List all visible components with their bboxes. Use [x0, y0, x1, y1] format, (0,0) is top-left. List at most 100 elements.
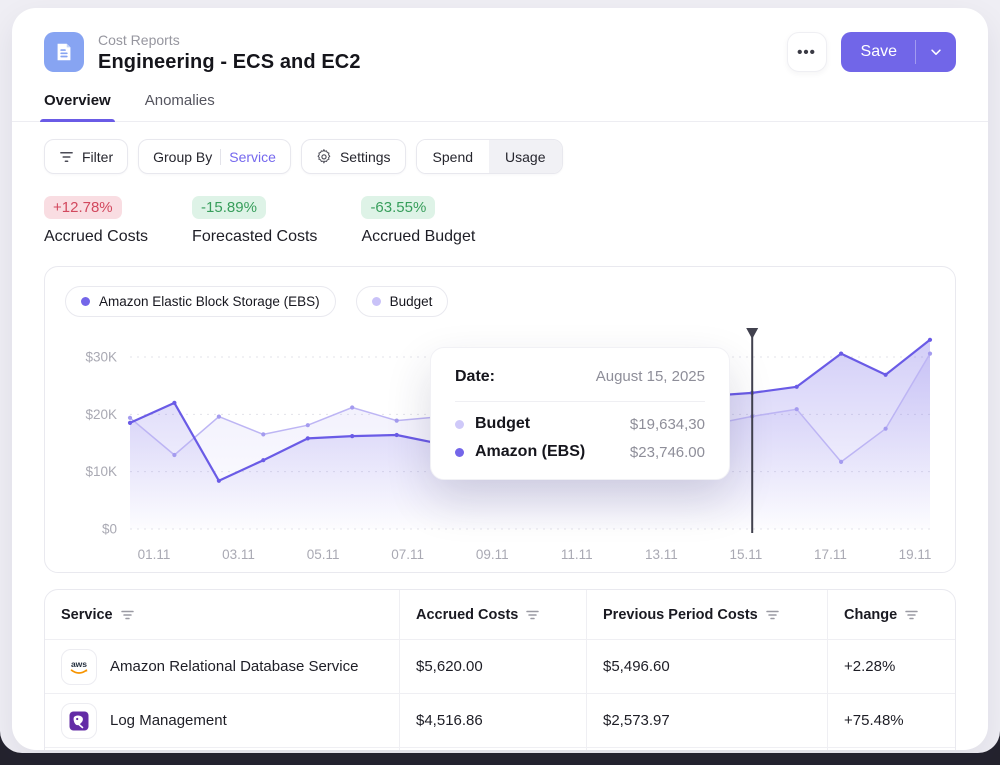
service-cell: aws Amazon Relational Database Service	[45, 640, 399, 693]
kpi-label: Forecasted Costs	[192, 228, 317, 246]
accrued-cost-cell: $5,620.00	[399, 640, 586, 693]
column-header-change[interactable]: Change	[827, 590, 955, 639]
chart-plot-area[interactable]: $0$10K$20K$30K01.1103.1105.1107.1109.111…	[65, 325, 935, 567]
segment-spend[interactable]: Spend	[417, 140, 489, 173]
table-row[interactable]: aws Amazon Relational Database Service $…	[45, 640, 955, 694]
svg-text:$20K: $20K	[85, 407, 117, 422]
column-header-label: Accrued Costs	[416, 607, 518, 623]
segment-usage[interactable]: Usage	[489, 140, 561, 173]
kpi-label: Accrued Costs	[44, 228, 148, 246]
svg-text:05.11: 05.11	[307, 547, 340, 562]
column-header-accrued-costs[interactable]: Accrued Costs	[399, 590, 586, 639]
tab-bar: Overview Anomalies	[12, 74, 988, 122]
toolbar: Filter Group By Service Settings Spend U…	[12, 122, 988, 174]
legend-label: Budget	[390, 294, 433, 309]
legend-item-budget[interactable]: Budget	[356, 286, 449, 317]
column-header-label: Service	[61, 607, 113, 623]
sort-icon	[766, 610, 779, 620]
tooltip-series-name: Budget	[475, 415, 619, 433]
kpi-accrued-costs: +12.78% Accrued Costs	[44, 196, 148, 246]
settings-button-label: Settings	[340, 149, 391, 165]
column-header-label: Previous Period Costs	[603, 607, 758, 623]
tooltip-dot-ebs	[455, 448, 464, 457]
svg-text:17.11: 17.11	[814, 547, 847, 562]
legend-item-ebs[interactable]: Amazon Elastic Block Storage (EBS)	[65, 286, 336, 317]
svg-text:$10K: $10K	[85, 464, 117, 479]
chart-tooltip: Date: August 15, 2025 Budget $19,634,30 …	[430, 347, 730, 480]
table-row-partial[interactable]	[45, 748, 955, 750]
filter-button[interactable]: Filter	[44, 139, 128, 174]
log-management-icon	[61, 703, 97, 739]
tab-anomalies[interactable]: Anomalies	[145, 92, 215, 121]
previous-cost-cell: $2,573.97	[586, 694, 827, 747]
save-button-label: Save	[841, 43, 915, 61]
kpi-change-badge: -15.89%	[192, 196, 266, 219]
kpi-accrued-budget: -63.55% Accrued Budget	[361, 196, 475, 246]
tooltip-date-value: August 15, 2025	[596, 368, 705, 385]
cost-report-window: Cost Reports Engineering - ECS and EC2 •…	[12, 8, 988, 750]
svg-text:$30K: $30K	[85, 350, 117, 365]
svg-text:aws: aws	[71, 659, 87, 669]
service-cell	[45, 748, 399, 750]
save-button[interactable]: Save	[841, 32, 956, 72]
service-name: Log Management	[110, 712, 227, 729]
settings-button[interactable]: Settings	[301, 139, 406, 174]
save-dropdown-button[interactable]	[916, 45, 956, 59]
svg-text:11.11: 11.11	[561, 547, 593, 562]
group-by-label: Group By	[153, 149, 212, 165]
group-by-divider	[220, 149, 221, 165]
svg-text:$0: $0	[102, 522, 117, 537]
svg-text:15.11: 15.11	[729, 547, 762, 562]
tab-overview[interactable]: Overview	[44, 92, 111, 121]
header: Cost Reports Engineering - ECS and EC2 •…	[12, 8, 988, 74]
svg-text:07.11: 07.11	[391, 547, 424, 562]
sort-icon	[526, 610, 539, 620]
table-header-row: Service Accrued Costs Previous Period Co…	[45, 590, 955, 640]
svg-text:13.11: 13.11	[645, 547, 678, 562]
services-table: Service Accrued Costs Previous Period Co…	[44, 589, 956, 750]
more-options-button[interactable]: •••	[787, 32, 827, 72]
legend-dot-budget	[372, 297, 381, 306]
svg-text:19.11: 19.11	[899, 547, 932, 562]
svg-text:03.11: 03.11	[222, 547, 255, 562]
legend-label: Amazon Elastic Block Storage (EBS)	[99, 294, 320, 309]
kpi-row: +12.78% Accrued Costs -15.89% Forecasted…	[12, 174, 988, 246]
column-header-label: Change	[844, 607, 897, 623]
tooltip-series-value: $23,746.00	[630, 444, 705, 461]
group-by-value: Service	[229, 149, 276, 165]
legend-dot-ebs	[81, 297, 90, 306]
change-cell: +75.48%	[827, 694, 955, 747]
column-header-service[interactable]: Service	[45, 590, 399, 639]
tooltip-date-label: Date:	[455, 368, 495, 386]
svg-text:01.11: 01.11	[138, 547, 171, 562]
group-by-button[interactable]: Group By Service	[138, 139, 291, 174]
page-title: Engineering - ECS and EC2	[98, 51, 787, 74]
accrued-cost-cell: $4,516.86	[399, 694, 586, 747]
chart-card: Amazon Elastic Block Storage (EBS) Budge…	[44, 266, 956, 573]
accrued-cost-cell	[399, 748, 586, 750]
tooltip-row-budget: Budget $19,634,30	[455, 415, 705, 433]
kpi-change-badge: +12.78%	[44, 196, 122, 219]
tooltip-row-ebs: Amazon (EBS) $23,746.00	[455, 443, 705, 461]
tooltip-series-name: Amazon (EBS)	[475, 443, 619, 461]
report-document-icon	[44, 32, 84, 72]
kpi-forecasted-costs: -15.89% Forecasted Costs	[192, 196, 317, 246]
spend-usage-toggle: Spend Usage	[416, 139, 563, 174]
change-cell: +2.28%	[827, 640, 955, 693]
service-cell: Log Management	[45, 694, 399, 747]
chevron-down-icon	[929, 45, 943, 59]
sort-icon	[905, 610, 918, 620]
report-category-label: Cost Reports	[98, 32, 787, 48]
gear-icon	[316, 149, 332, 165]
chart-legend: Amazon Elastic Block Storage (EBS) Budge…	[65, 286, 935, 317]
previous-cost-cell: $5,496.60	[586, 640, 827, 693]
table-row[interactable]: Log Management $4,516.86 $2,573.97 +75.4…	[45, 694, 955, 748]
tooltip-divider	[455, 401, 705, 402]
column-header-previous-period[interactable]: Previous Period Costs	[586, 590, 827, 639]
change-cell	[827, 748, 955, 750]
filter-icon	[59, 150, 74, 164]
kpi-label: Accrued Budget	[361, 228, 475, 246]
filter-button-label: Filter	[82, 149, 113, 165]
previous-cost-cell	[586, 748, 827, 750]
sort-icon	[121, 610, 134, 620]
